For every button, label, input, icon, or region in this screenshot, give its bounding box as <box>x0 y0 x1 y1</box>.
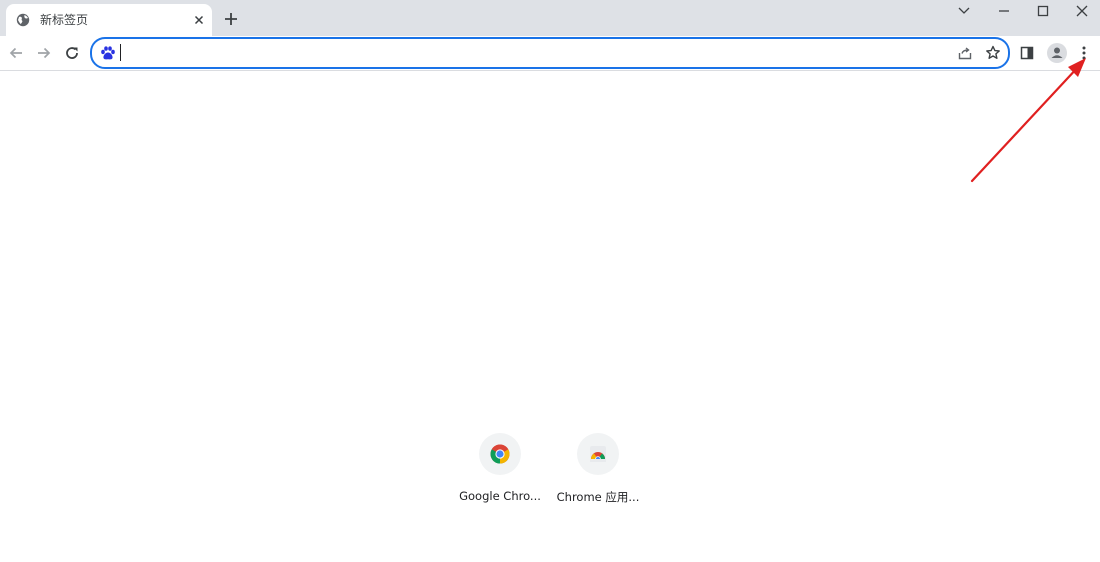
baidu-icon <box>101 46 115 60</box>
maximize-icon[interactable] <box>1034 2 1052 20</box>
annotation-arrow <box>970 58 1086 183</box>
close-icon[interactable] <box>192 13 206 27</box>
forward-icon[interactable] <box>35 44 53 62</box>
chrome-icon <box>490 444 510 464</box>
shortcut-label: Chrome 应用... <box>556 490 640 504</box>
shortcut-icon-bg <box>479 433 521 475</box>
new-tab-icon[interactable] <box>222 10 240 28</box>
shortcut-label: Google Chro... <box>459 489 541 503</box>
address-bar[interactable] <box>90 37 1010 69</box>
back-icon[interactable] <box>7 44 25 62</box>
globe-icon <box>16 13 30 27</box>
chrome-apps-icon <box>590 446 606 462</box>
chevron-down-icon[interactable] <box>955 2 973 20</box>
shortcut-chrome-apps[interactable]: Chrome 应用... <box>556 433 640 513</box>
shortcut-icon-bg <box>577 433 619 475</box>
window-close-icon[interactable] <box>1073 2 1091 20</box>
shortcut-google-chrome[interactable]: Google Chro... <box>458 433 542 513</box>
tab-new-tab[interactable]: 新标签页 <box>6 4 212 36</box>
tab-strip: 新标签页 <box>0 0 1100 36</box>
tab-title: 新标签页 <box>40 13 89 27</box>
minimize-icon[interactable] <box>995 2 1013 20</box>
toolbar <box>0 36 1100 71</box>
text-caret <box>120 44 121 61</box>
reload-icon[interactable] <box>63 44 81 62</box>
